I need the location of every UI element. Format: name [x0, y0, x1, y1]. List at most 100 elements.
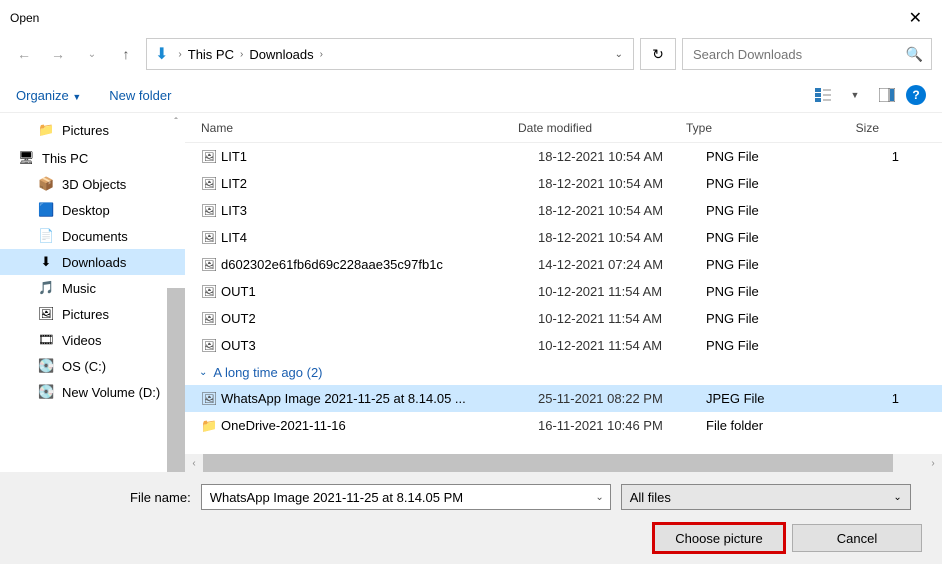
sidebar-item-os-c-[interactable]: 💽OS (C:): [0, 353, 185, 379]
file-date: 10-12-2021 11:54 AM: [538, 311, 706, 326]
file-date: 25-11-2021 08:22 PM: [538, 391, 706, 406]
file-name: LIT4: [221, 230, 538, 245]
back-button[interactable]: ←: [10, 40, 38, 68]
chevron-right-icon: ›: [320, 49, 323, 60]
file-name: OneDrive-2021-11-16: [221, 418, 538, 433]
address-bar[interactable]: ⬇ › This PC › Downloads › ⌄: [146, 38, 634, 70]
file-name: LIT1: [221, 149, 538, 164]
filename-combo[interactable]: ⌄: [201, 484, 611, 510]
file-type: PNG File: [706, 257, 853, 272]
cancel-button[interactable]: Cancel: [792, 524, 922, 552]
file-type: PNG File: [706, 230, 853, 245]
folder-icon: 💽: [38, 384, 54, 400]
file-date: 14-12-2021 07:24 AM: [538, 257, 706, 272]
file-size: 1: [853, 149, 899, 164]
sidebar-item-pictures[interactable]: 📁Pictures: [0, 117, 185, 143]
folder-icon: 🖥: [18, 150, 34, 166]
group-label: A long time ago (2): [213, 365, 322, 380]
hscroll-thumb[interactable]: [203, 454, 893, 472]
file-name: LIT2: [221, 176, 538, 191]
footer: File name: ⌄ All files ⌄ Choose picture …: [0, 472, 942, 564]
search-box[interactable]: 🔍: [682, 38, 932, 70]
file-type: File folder: [706, 418, 853, 433]
file-icon: 🖼: [201, 284, 221, 300]
sidebar-item-music[interactable]: 🎵Music: [0, 275, 185, 301]
sidebar-item-label: New Volume (D:): [62, 385, 160, 400]
filename-input[interactable]: [208, 489, 596, 506]
file-row[interactable]: 🖼OUT210-12-2021 11:54 AMPNG File: [185, 305, 942, 332]
up-button[interactable]: ↑: [112, 40, 140, 68]
folder-icon: 🎞: [38, 332, 54, 348]
search-input[interactable]: [691, 46, 906, 63]
sidebar-item-3d-objects[interactable]: 📦 3D Objects: [0, 171, 185, 197]
sidebar-item-label: 3D Objects: [62, 177, 126, 192]
hscroll-left[interactable]: ‹: [185, 454, 203, 472]
sidebar-item-this-pc[interactable]: 🖥 This PC: [0, 145, 185, 171]
file-name: OUT3: [221, 338, 538, 353]
sidebar-item-new-volume-d-[interactable]: 💽 New Volume (D:): [0, 379, 185, 405]
organize-menu[interactable]: Organize ▼: [16, 88, 81, 103]
sidebar-item-videos[interactable]: 🎞Videos: [0, 327, 185, 353]
forward-button[interactable]: →: [44, 40, 72, 68]
group-header[interactable]: ⌄ A long time ago (2): [185, 359, 942, 385]
file-date: 10-12-2021 11:54 AM: [538, 284, 706, 299]
view-dropdown[interactable]: ▼: [842, 84, 868, 106]
sidebar-item-label: Downloads: [62, 255, 126, 270]
folder-icon: 🖼: [38, 306, 54, 322]
file-type: JPEG File: [706, 391, 853, 406]
sidebar-item-documents[interactable]: 📄Documents: [0, 223, 185, 249]
file-icon: 🖼: [201, 338, 221, 354]
file-icon: 🖼: [201, 230, 221, 246]
file-row[interactable]: 🖼d602302e61fb6d69c228aae35c97fb1c14-12-2…: [185, 251, 942, 278]
folder-icon: 📦: [38, 176, 54, 192]
file-row[interactable]: 🖼LIT418-12-2021 10:54 AMPNG File: [185, 224, 942, 251]
file-row[interactable]: 🖼WhatsApp Image 2021-11-25 at 8.14.05 ..…: [185, 385, 942, 412]
new-folder-button[interactable]: New folder: [109, 88, 171, 103]
sidebar-scroll-up[interactable]: ˆ: [167, 113, 185, 131]
col-name[interactable]: Name: [193, 121, 518, 135]
refresh-button[interactable]: ↻: [640, 38, 676, 70]
file-type: PNG File: [706, 338, 853, 353]
sidebar-item-label: OS (C:): [62, 359, 106, 374]
file-row[interactable]: 🖼OUT110-12-2021 11:54 AMPNG File: [185, 278, 942, 305]
search-icon[interactable]: 🔍: [906, 46, 923, 63]
folder-icon: 📄: [38, 228, 54, 244]
file-row[interactable]: 🖼OUT310-12-2021 11:54 AMPNG File: [185, 332, 942, 359]
file-name: d602302e61fb6d69c228aae35c97fb1c: [221, 257, 538, 272]
col-date[interactable]: Date modified: [518, 121, 686, 135]
close-icon[interactable]: ✕: [899, 8, 932, 28]
view-details-icon[interactable]: [810, 84, 836, 106]
sidebar-item-downloads[interactable]: ⬇Downloads: [0, 249, 185, 275]
file-type: PNG File: [706, 284, 853, 299]
sidebar-scroll-thumb[interactable]: [167, 288, 185, 472]
navbar: ← → ⌄ ↑ ⬇ › This PC › Downloads › ⌄ ↻ 🔍: [0, 30, 942, 78]
filter-dropdown-icon[interactable]: ⌄: [893, 492, 901, 503]
file-date: 10-12-2021 11:54 AM: [538, 338, 706, 353]
sidebar-item-label: Pictures: [62, 307, 109, 322]
sidebar-item-label: This PC: [42, 151, 88, 166]
file-row[interactable]: 📁OneDrive-2021-11-1616-11-2021 10:46 PMF…: [185, 412, 942, 439]
file-row[interactable]: 🖼LIT218-12-2021 10:54 AMPNG File: [185, 170, 942, 197]
file-row[interactable]: 🖼LIT118-12-2021 10:54 AMPNG File1: [185, 143, 942, 170]
col-size[interactable]: Size: [833, 121, 879, 135]
breadcrumb-downloads[interactable]: Downloads: [249, 47, 313, 62]
col-type[interactable]: Type: [686, 121, 833, 135]
preview-pane-icon[interactable]: [874, 84, 900, 106]
hscroll-right[interactable]: ›: [924, 454, 942, 472]
file-name: OUT1: [221, 284, 538, 299]
choose-picture-button[interactable]: Choose picture: [654, 524, 784, 552]
sidebar: ˆ 📁Pictures🖥This PC📦3D Objects🟦Desktop📄D…: [0, 113, 185, 472]
file-name: LIT3: [221, 203, 538, 218]
chevron-down-icon: ⌄: [199, 367, 207, 378]
help-button[interactable]: ?: [906, 85, 926, 105]
filetype-filter[interactable]: All files ⌄: [621, 484, 911, 510]
recent-dropdown[interactable]: ⌄: [78, 40, 106, 68]
address-dropdown[interactable]: ⌄: [609, 49, 629, 60]
filename-dropdown-icon[interactable]: ⌄: [595, 492, 603, 503]
file-date: 16-11-2021 10:46 PM: [538, 418, 706, 433]
file-row[interactable]: 🖼LIT318-12-2021 10:54 AMPNG File: [185, 197, 942, 224]
folder-icon: 📁: [38, 122, 54, 138]
sidebar-item-desktop[interactable]: 🟦Desktop: [0, 197, 185, 223]
breadcrumb-this-pc[interactable]: This PC: [188, 47, 234, 62]
sidebar-item-pictures[interactable]: 🖼 Pictures: [0, 301, 185, 327]
